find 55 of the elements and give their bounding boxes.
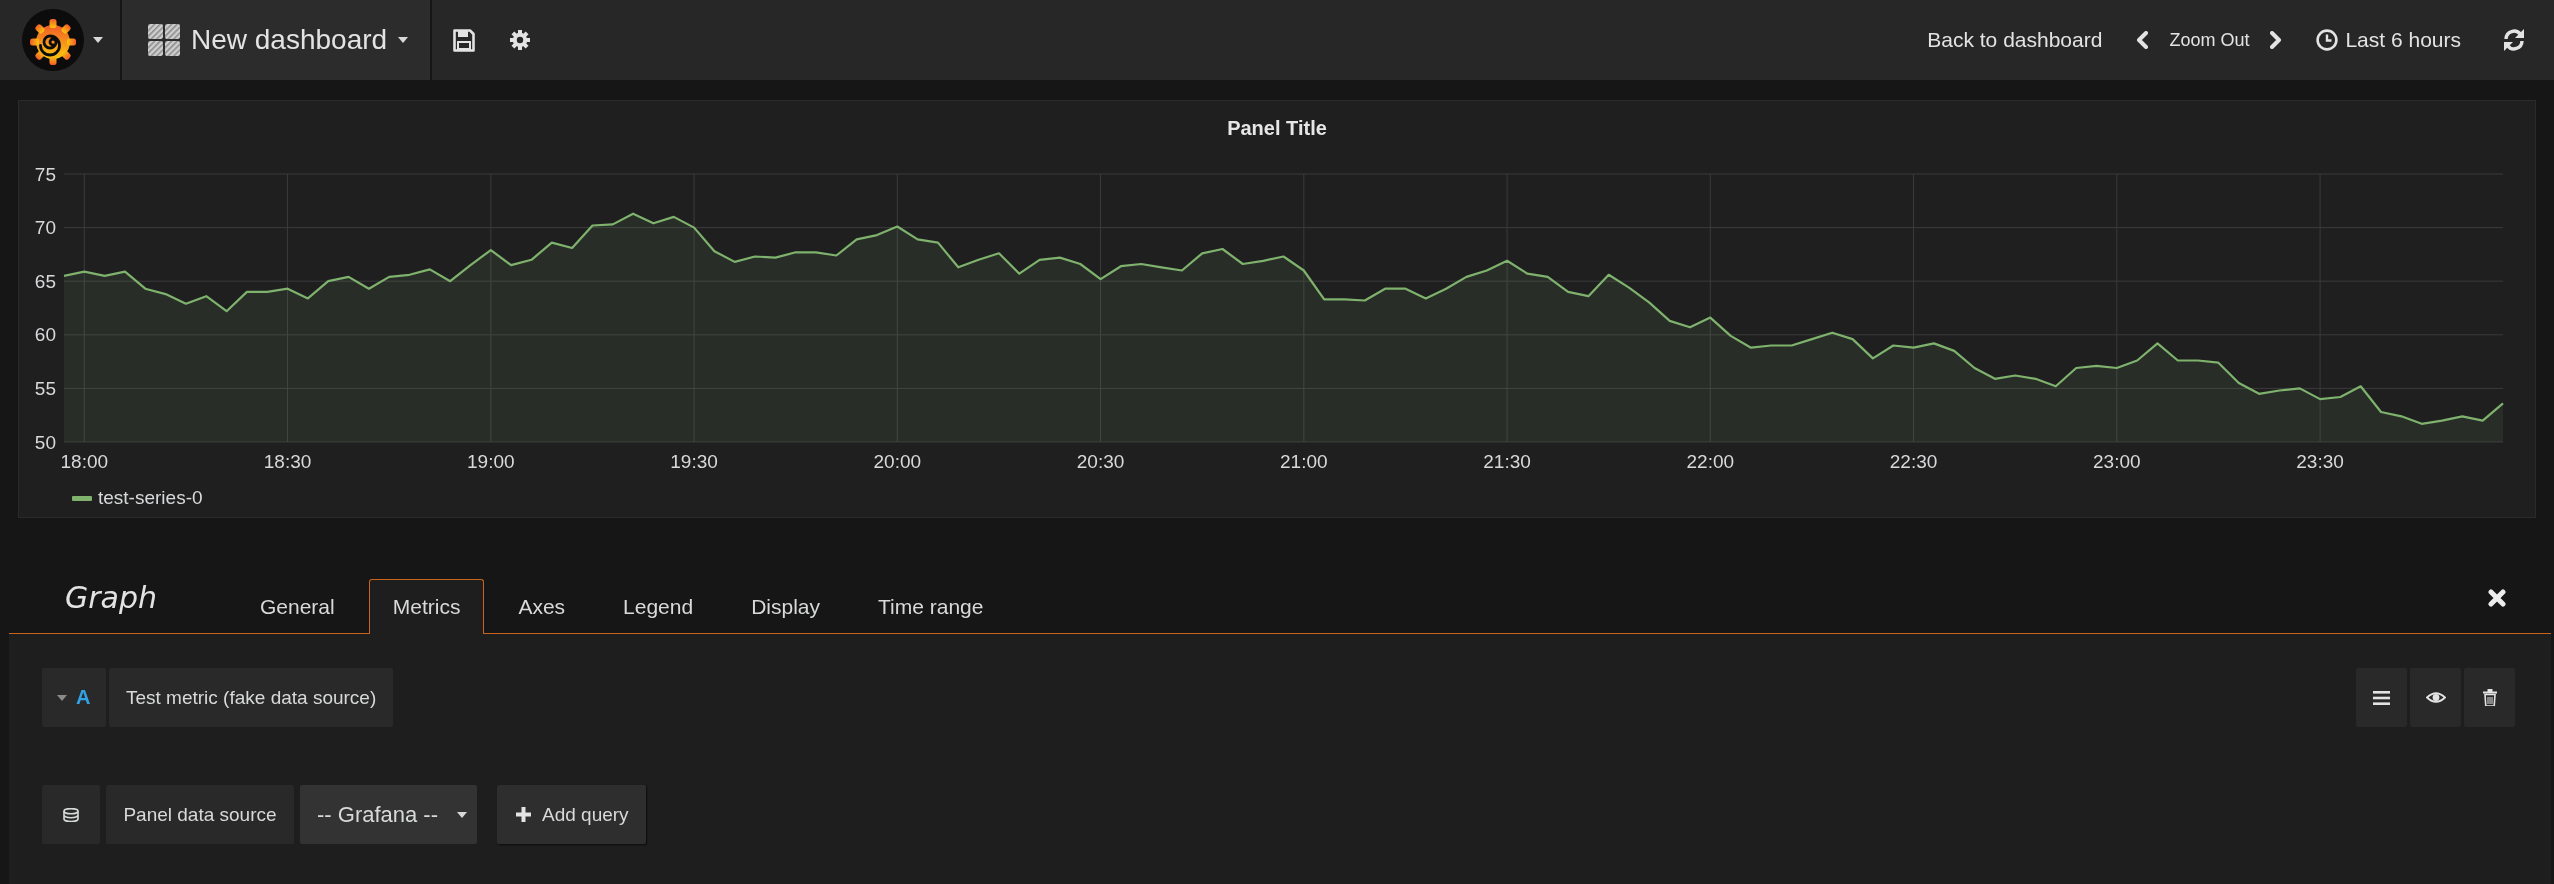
x-axis-label: 22:00 bbox=[1686, 450, 1735, 472]
x-axis-label: 23:30 bbox=[2296, 450, 2344, 472]
datasource-dropdown[interactable]: -- Grafana -- bbox=[300, 785, 477, 844]
chevron-left-icon[interactable] bbox=[2135, 31, 2149, 49]
x-axis-label: 21:00 bbox=[1280, 450, 1328, 472]
time-range-button[interactable]: Last 6 hours bbox=[2316, 28, 2461, 52]
x-axis-label: 20:30 bbox=[1076, 450, 1125, 472]
y-axis-label: 65 bbox=[34, 270, 56, 292]
menu-icon bbox=[2373, 690, 2390, 705]
x-axis-label: 20:00 bbox=[873, 450, 922, 472]
grid-icon bbox=[148, 24, 180, 56]
caret-icon bbox=[398, 37, 409, 43]
tab[interactable]: Time range bbox=[854, 579, 1008, 634]
back-to-dashboard-link[interactable]: Back to dashboard bbox=[1927, 28, 2103, 52]
x-axis-label: 22:30 bbox=[1889, 450, 1938, 472]
y-axis-label: 60 bbox=[34, 324, 56, 346]
tab[interactable]: Axes bbox=[494, 579, 590, 634]
caret-icon[interactable] bbox=[93, 37, 103, 43]
settings-icon[interactable] bbox=[510, 30, 530, 50]
y-axis-label: 70 bbox=[34, 217, 56, 239]
query-toggle[interactable]: A bbox=[42, 668, 106, 727]
trash-icon bbox=[2482, 689, 2497, 706]
caret-icon bbox=[457, 811, 467, 818]
x-axis-label: 21:30 bbox=[1483, 450, 1531, 472]
query-menu-button[interactable] bbox=[2356, 668, 2407, 727]
query-name-label[interactable]: Test metric (fake data source) bbox=[109, 668, 394, 727]
toggle-visibility-button[interactable] bbox=[2410, 668, 2461, 727]
add-query-button[interactable]: Add query bbox=[497, 785, 646, 844]
logo-icon[interactable] bbox=[22, 9, 84, 71]
eye-icon bbox=[2425, 691, 2446, 704]
plus-icon bbox=[516, 807, 531, 822]
tab[interactable]: Legend bbox=[599, 579, 718, 634]
y-axis-label: 55 bbox=[34, 377, 56, 399]
legend-label[interactable]: test-series-0 bbox=[98, 487, 203, 509]
y-axis-label: 50 bbox=[34, 431, 56, 453]
delete-query-button[interactable] bbox=[2464, 668, 2515, 727]
x-axis-label: 19:30 bbox=[670, 450, 718, 472]
x-axis-label: 23:00 bbox=[2093, 450, 2141, 472]
datasource-label: Panel data source bbox=[106, 785, 294, 844]
editor-title: Graph bbox=[65, 580, 158, 615]
tab[interactable]: Metrics bbox=[368, 579, 485, 634]
tab[interactable]: General bbox=[236, 579, 359, 634]
panel-title: Panel Title bbox=[1227, 117, 1327, 139]
tab[interactable]: Display bbox=[727, 579, 844, 634]
database-icon bbox=[63, 807, 79, 822]
x-axis-label: 19:00 bbox=[467, 450, 515, 472]
x-axis-label: 18:30 bbox=[263, 450, 312, 472]
close-icon[interactable] bbox=[2488, 588, 2506, 607]
refresh-icon[interactable] bbox=[2502, 28, 2526, 52]
save-icon[interactable] bbox=[453, 28, 475, 52]
y-axis-label: 75 bbox=[34, 163, 56, 185]
x-axis-label: 18:00 bbox=[60, 450, 109, 472]
clock-icon bbox=[2316, 29, 2339, 51]
chevron-right-icon[interactable] bbox=[2270, 31, 2284, 49]
zoom-out-button[interactable]: Zoom Out bbox=[2169, 29, 2250, 51]
